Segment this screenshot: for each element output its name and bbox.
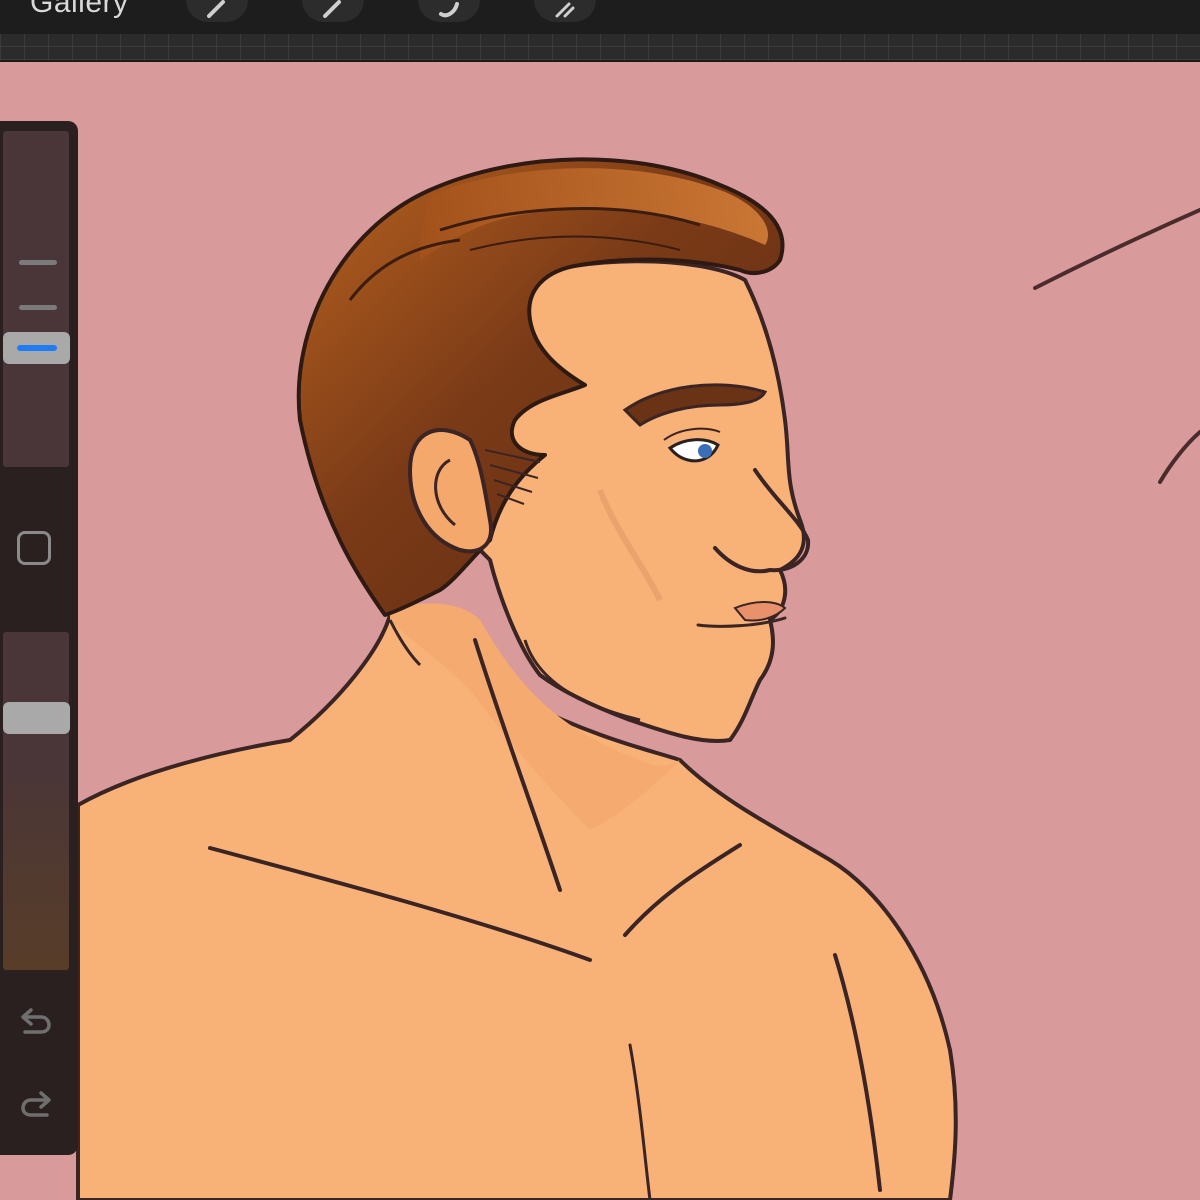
eraser-icon — [439, 2, 459, 18]
brush-icon — [207, 0, 225, 18]
layers-tool-button[interactable] — [534, 0, 596, 22]
drawing-canvas[interactable] — [0, 60, 1200, 1200]
top-toolbar: Gallery — [0, 0, 1200, 34]
artwork — [76, 157, 1200, 1200]
smudge-tool-button[interactable] — [302, 0, 364, 22]
brush-size-handle[interactable] — [3, 332, 70, 364]
eraser-tool-button[interactable] — [418, 0, 480, 22]
iris — [698, 444, 712, 458]
left-sidebar — [0, 121, 78, 1155]
brush-tool-button[interactable] — [186, 0, 248, 22]
opacity-slider[interactable] — [3, 632, 70, 970]
modify-button[interactable] — [17, 531, 51, 565]
ruler-strip — [0, 34, 1200, 62]
sketch-stroke-2 — [1158, 430, 1200, 484]
gallery-button[interactable]: Gallery — [30, 0, 129, 20]
size-tick — [19, 305, 57, 310]
brush-size-slider[interactable] — [3, 131, 70, 467]
undo-button[interactable] — [16, 1001, 56, 1041]
redo-button[interactable] — [16, 1084, 56, 1124]
lips — [733, 601, 787, 622]
layers-icon — [555, 2, 575, 18]
redo-icon — [21, 1091, 51, 1117]
opacity-handle[interactable] — [3, 702, 70, 734]
undo-icon — [21, 1008, 51, 1034]
sketch-stroke-1 — [1033, 208, 1200, 290]
procreate-app: Gallery — [0, 0, 1200, 1200]
smudge-icon — [323, 0, 341, 18]
size-tick — [19, 260, 57, 265]
brush-size-indicator — [17, 345, 57, 351]
